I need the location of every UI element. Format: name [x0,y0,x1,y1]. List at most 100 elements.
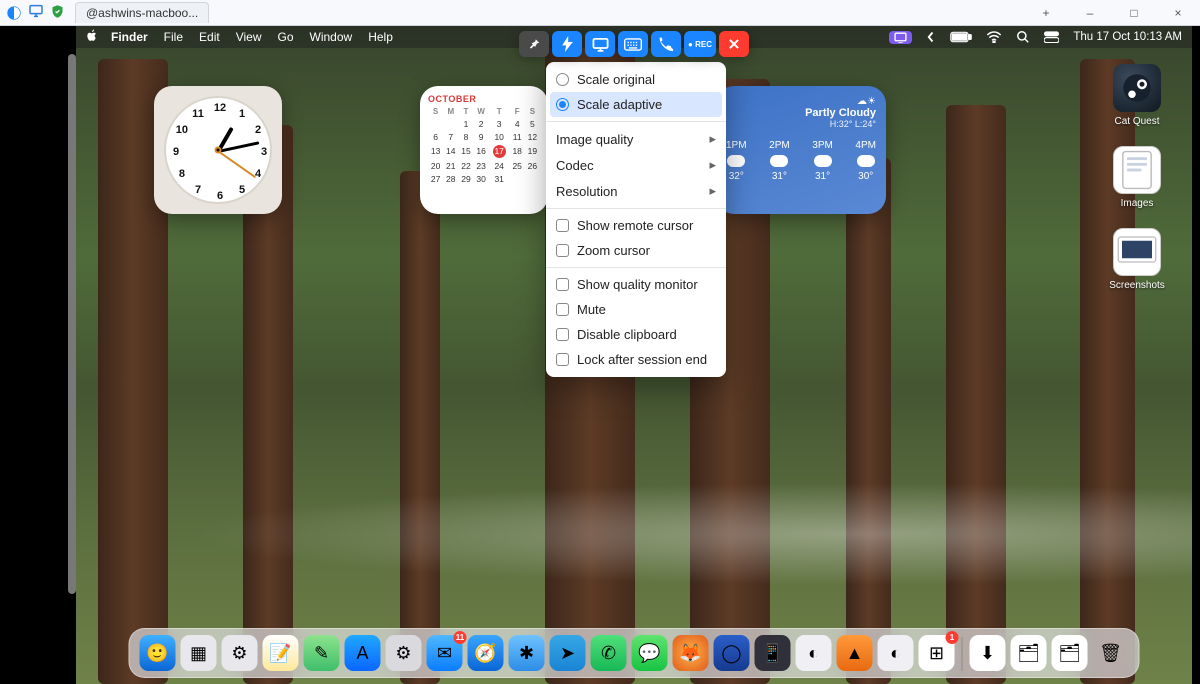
dock-app-settings[interactable]: ⚙︎ [222,635,258,671]
dock-app-notes[interactable]: 📝 [263,635,299,671]
dock-app-iphone-mirroring[interactable]: 📱 [755,635,791,671]
menubar-item-edit[interactable]: Edit [199,30,220,44]
host-close-button[interactable]: × [1156,0,1200,26]
dock-app-freeform[interactable]: ✎ [304,635,340,671]
rustdesk-record-button[interactable]: ● REC [684,31,716,57]
dock-app-rustdesk[interactable]: ◐ [796,635,832,671]
desktop-icon-label: Images [1102,198,1172,209]
dock-app-launchpad[interactable]: ▦ [181,635,217,671]
menu-mute[interactable]: Mute [546,297,726,322]
wifi-icon[interactable] [986,31,1002,43]
dock-app-telegram[interactable]: ➤ [550,635,586,671]
menubar-item-file[interactable]: File [164,30,183,44]
dock-app-vlc[interactable]: ▲ [837,635,873,671]
dock-app-appstore[interactable]: A [345,635,381,671]
weather-widget[interactable]: ☁︎☀︎ Partly Cloudy H:32° L:24° 1PM32°2PM… [716,86,886,214]
menu-codec[interactable]: Codec ▸ [546,152,726,178]
rustdesk-close-button[interactable] [719,31,749,57]
clock-face: 123456789101112 [164,96,272,204]
menu-lock-after-session-end[interactable]: Lock after session end [546,347,726,372]
dock-app-rustdesk-alt[interactable]: ◐ [878,635,914,671]
weather-hour-column: 2PM31° [769,140,790,182]
monitor-icon [28,3,44,22]
dock-item-folder2[interactable]: 🗂 [1052,635,1088,671]
control-center-icon[interactable] [1044,31,1059,43]
dock-app-bitwarden[interactable]: ◯ [714,635,750,671]
menubar-item-go[interactable]: Go [278,30,294,44]
dock-item-trash[interactable]: 🗑 [1093,635,1129,671]
desktop-icon-cat-quest[interactable]: Cat Quest [1102,64,1172,127]
back-icon[interactable] [926,31,936,43]
host-minimize-button[interactable]: – [1068,0,1112,26]
menu-image-quality[interactable]: Image quality ▸ [546,126,726,152]
menu-label: Scale adaptive [577,97,662,112]
steam-game-icon [1113,64,1161,112]
dock-app-safari[interactable]: 🧭 [468,635,504,671]
dock: 🙂▦⚙︎📝✎A⚙✉11🧭✱➤✆💬🦊◯📱◐▲◐⊞1⬇🗂🗂🗑 [129,628,1140,678]
radio-on-icon [556,98,569,111]
checkbox-icon [556,219,569,232]
dock-item-folder1[interactable]: 🗂 [1011,635,1047,671]
dock-app-system-settings[interactable]: ⚙ [386,635,422,671]
remote-desktop[interactable]: Finder File Edit View Go Window Help [76,26,1192,684]
menu-label: Image quality [556,132,633,147]
dock-app-aerial[interactable]: ✱ [509,635,545,671]
dock-app-finder[interactable]: 🙂 [140,635,176,671]
menubar-item-window[interactable]: Window [310,30,353,44]
desktop-icon-label: Screenshots [1102,280,1172,291]
menu-label: Mute [577,302,606,317]
dock-divider [962,637,963,671]
calendar-widget[interactable]: OCTOBER SMTWTFS 123456789101112131415161… [420,86,548,214]
radio-off-icon [556,73,569,86]
calendar-month-label: OCTOBER [428,94,540,104]
submenu-arrow-icon: ▸ [709,183,716,199]
menu-disable-clipboard[interactable]: Disable clipboard [546,322,726,347]
host-connection-tab[interactable]: @ashwins-macboo... [75,2,209,23]
menubar-item-help[interactable]: Help [368,30,393,44]
screencast-indicator-icon[interactable] [889,31,912,44]
checkbox-icon [556,244,569,257]
apple-logo-icon[interactable] [86,29,99,45]
menubar-app-name[interactable]: Finder [111,30,148,44]
dock-app-messages[interactable]: 💬 [632,635,668,671]
menu-scale-original[interactable]: Scale original [546,67,726,92]
desktop-icon-label: Cat Quest [1102,116,1172,127]
submenu-arrow-icon: ▸ [709,131,716,147]
spotlight-icon[interactable] [1016,30,1030,44]
menu-label: Lock after session end [577,352,707,367]
checkbox-icon [556,303,569,316]
menu-label: Zoom cursor [577,243,650,258]
rustdesk-keyboard-button[interactable] [618,31,648,57]
clock-second-hand [218,150,257,178]
desktop-icon-images[interactable]: Images [1102,146,1172,209]
menu-label: Scale original [577,72,655,87]
rustdesk-actions-button[interactable] [552,31,582,57]
rustdesk-pin-button[interactable] [519,31,549,57]
host-maximize-button[interactable]: □ [1112,0,1156,26]
weather-hilo-label: H:32° L:24° [830,119,876,129]
menubar-datetime[interactable]: Thu 17 Oct 10:13 AM [1073,31,1182,43]
clock-widget[interactable]: 123456789101112 [154,86,282,214]
weather-condition-label: Partly Cloudy [805,107,876,119]
checkbox-icon [556,353,569,366]
remote-scrollbar[interactable] [68,54,76,594]
battery-icon[interactable] [950,31,972,43]
desktop-icon-screenshots[interactable]: Screenshots [1102,228,1172,291]
menu-resolution[interactable]: Resolution ▸ [546,178,726,204]
menu-zoom-cursor[interactable]: Zoom cursor [546,238,726,263]
clock-center-pin [215,147,222,154]
menu-scale-adaptive[interactable]: Scale adaptive [550,92,722,117]
dock-app-ms365[interactable]: ⊞1 [919,635,955,671]
menu-show-remote-cursor[interactable]: Show remote cursor [546,213,726,238]
host-new-tab-button[interactable]: + [1024,0,1068,26]
dock-app-mail[interactable]: ✉11 [427,635,463,671]
rustdesk-voice-call-button[interactable] [651,31,681,57]
menubar-item-view[interactable]: View [236,30,262,44]
rustdesk-display-button[interactable] [585,31,615,57]
dock-item-downloads[interactable]: ⬇ [970,635,1006,671]
menu-label: Codec [556,158,594,173]
dock-app-whatsapp[interactable]: ✆ [591,635,627,671]
weather-hour-column: 3PM31° [812,140,833,182]
dock-app-firefox[interactable]: 🦊 [673,635,709,671]
menu-show-quality-monitor[interactable]: Show quality monitor [546,272,726,297]
